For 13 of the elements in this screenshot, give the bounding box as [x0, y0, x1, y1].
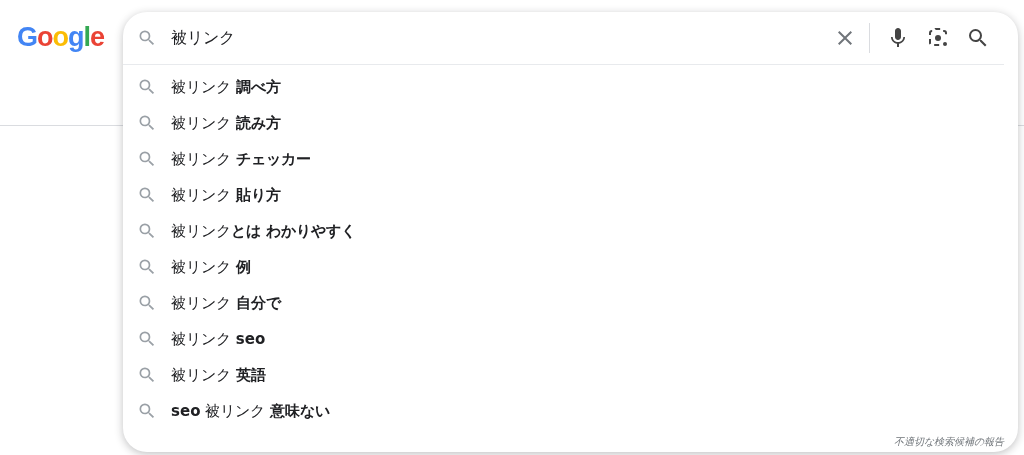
report-link[interactable]: 不適切な検索候補の報告: [894, 435, 1018, 452]
suggestion-item[interactable]: 被リンク 貼り方: [123, 177, 1018, 213]
suggestion-item[interactable]: 被リンク 読み方: [123, 105, 1018, 141]
suggestion-item[interactable]: 被リンク チェッカー: [123, 141, 1018, 177]
logo[interactable]: Google: [17, 22, 105, 53]
suggestion-item[interactable]: 被リンク 例: [123, 249, 1018, 285]
suggestion-item[interactable]: 被リンク seo: [123, 321, 1018, 357]
suggestion-item[interactable]: 被リンクとは わかりやすく: [123, 213, 1018, 249]
suggestion-item[interactable]: 被リンク 自分で: [123, 285, 1018, 321]
suggestion-item[interactable]: seo 被リンク 意味ない: [123, 393, 1018, 429]
search-field[interactable]: 被リンク: [171, 23, 817, 53]
suggestion-item[interactable]: 被リンク 調べ方: [123, 69, 1018, 105]
suggestion-item[interactable]: 被リンク 英語: [123, 357, 1018, 393]
